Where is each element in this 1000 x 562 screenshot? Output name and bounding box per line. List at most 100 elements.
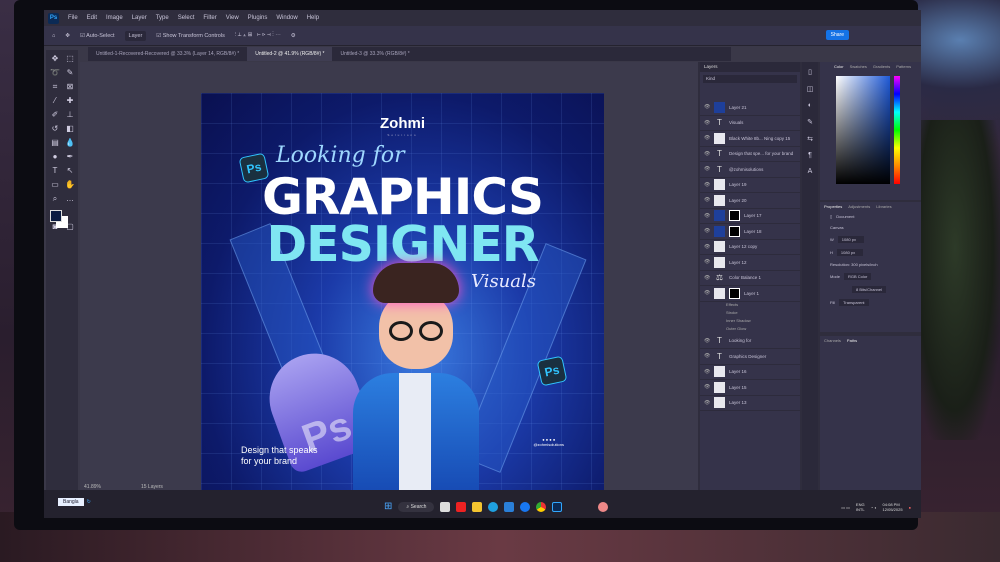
layer-row[interactable]: 👁 ⚖ Color Balance 1 (700, 271, 800, 286)
hue-slider[interactable] (894, 76, 900, 184)
photoshop-taskbar-icon[interactable] (552, 501, 563, 512)
width-input[interactable]: 1080 px (837, 236, 864, 243)
move-tool-icon[interactable]: ✥ (48, 54, 62, 67)
refresh-icon[interactable]: ↻ (87, 499, 91, 505)
lasso-tool-icon[interactable]: ➰ (48, 68, 62, 81)
visibility-eye-icon[interactable]: 👁 (704, 369, 710, 375)
fill-select[interactable]: Transparent (839, 299, 869, 306)
gradient-icon[interactable]: ▤ (48, 138, 62, 151)
align-icons[interactable]: ⫶ ⊥ ⫠ ⊞ ⊢ ⊳ ⊣ ⋮ ⋯ (235, 32, 281, 39)
layer-mask-thumbnail[interactable] (729, 225, 740, 237)
edge-icon[interactable] (488, 501, 499, 512)
zoom-tool-icon[interactable]: ⌕ (48, 194, 62, 207)
visibility-eye-icon[interactable]: 👁 (704, 290, 710, 296)
tab-untitled-2[interactable]: Untitled-2 @ 41.9% (RGB/8#) * (247, 47, 333, 61)
tab-channels[interactable]: Channels (824, 338, 841, 343)
menu-image[interactable]: Image (106, 15, 123, 21)
pen-icon[interactable]: ✒ (63, 152, 77, 165)
adjust-icon[interactable]: ◐ (808, 102, 812, 109)
type-tool-icon[interactable]: T (48, 166, 62, 179)
menu-plugins[interactable]: Plugins (248, 15, 268, 21)
menu-window[interactable]: Window (276, 15, 297, 21)
layer-row[interactable]: 👁 Layer 13 (700, 396, 800, 411)
layer-mask-thumbnail[interactable] (729, 210, 740, 222)
layer-row[interactable]: 👁 T @zohmisolutions (700, 162, 800, 178)
eraser-icon[interactable]: ◧ (63, 124, 77, 137)
character-icon[interactable]: A (808, 168, 813, 175)
info-icon[interactable]: ◫ (807, 85, 814, 93)
visibility-eye-icon[interactable]: 👁 (704, 400, 710, 406)
hand-tool-icon[interactable]: ✋ (63, 180, 77, 193)
layer-row[interactable]: 👁 T Looking for (700, 334, 800, 349)
color-swatches[interactable] (48, 208, 72, 228)
layer-mask-thumbnail[interactable] (729, 287, 740, 299)
layer-row[interactable]: 👁 Layer 17 (700, 209, 800, 224)
home-icon[interactable]: ⌂ (52, 33, 55, 39)
layer-row[interactable]: 👁 Black White 8b... Ning copy 15 (700, 131, 800, 147)
notification-app-icon[interactable] (598, 501, 609, 512)
file-app-icon[interactable] (440, 501, 451, 512)
windows-start-icon[interactable]: ⊞ (384, 501, 392, 512)
visibility-eye-icon[interactable]: 👁 (704, 166, 710, 172)
visibility-eye-icon[interactable]: 👁 (704, 384, 710, 390)
layer-row[interactable]: 👁 Layer 1 (700, 286, 800, 302)
tab-color[interactable]: Color (834, 64, 844, 69)
path-select-icon[interactable]: ↖ (63, 166, 77, 179)
notification-dot-icon[interactable]: ● (909, 505, 911, 510)
menu-edit[interactable]: Edit (87, 15, 97, 21)
layer-row[interactable]: 👁 Layer 12 (700, 255, 800, 271)
paragraph-icon[interactable]: ¶ (808, 152, 812, 159)
blur-icon[interactable]: 💧 (63, 138, 77, 151)
layer-row[interactable]: 👁 Layer 21 (700, 100, 800, 116)
auto-select-checkbox[interactable]: ☑ Auto-Select (80, 33, 115, 39)
visibility-eye-icon[interactable]: 👁 (704, 120, 710, 126)
visibility-eye-icon[interactable]: 👁 (704, 244, 710, 250)
frame-tool-icon[interactable]: ⊠ (63, 82, 77, 95)
menu-view[interactable]: View (226, 15, 239, 21)
move-tool-icon[interactable]: ✥ (65, 33, 70, 39)
menu-filter[interactable]: Filter (203, 15, 216, 21)
shape-tool-icon[interactable]: ▭ (48, 180, 62, 193)
menu-type[interactable]: Type (156, 15, 169, 21)
chrome-icon[interactable] (536, 501, 547, 512)
settings-icon[interactable]: ⚙ (291, 33, 296, 39)
history-icon[interactable]: ▯ (808, 68, 812, 76)
visibility-eye-icon[interactable]: 👁 (704, 228, 710, 234)
visibility-eye-icon[interactable]: 👁 (704, 213, 710, 219)
history-brush-icon[interactable]: ↺ (48, 124, 62, 137)
layer-row[interactable]: 👁 Layer 12 copy (700, 240, 800, 255)
menu-help[interactable]: Help (307, 15, 319, 21)
layer-row[interactable]: 👁 Layer 15 (700, 380, 800, 396)
tab-untitled-3[interactable]: Untitled-3 @ 33.3% (RGB/8#) * (332, 47, 417, 61)
tab-paths[interactable]: Paths (847, 338, 857, 343)
visibility-eye-icon[interactable]: 👁 (704, 197, 710, 203)
wifi-volume-icons[interactable]: ◔ ◖ (871, 505, 877, 510)
layer-row[interactable]: 👁 Layer 16 (700, 365, 800, 380)
brush-settings-icon[interactable]: ✎ (807, 118, 813, 126)
height-input[interactable]: 1080 px (836, 249, 863, 256)
clock[interactable]: 04:08 PM 12/05/2025 (883, 502, 903, 512)
visibility-eye-icon[interactable]: 👁 (704, 135, 710, 141)
tray-icons[interactable]: ▭ ▭ (841, 505, 850, 510)
tab-untitled-1[interactable]: Untitled-1-Recovered-Recovered @ 33.3% (… (88, 47, 247, 61)
canvas-area[interactable]: Zohmi Solutions Ps Looking for GRAPHICS … (80, 62, 698, 493)
visibility-eye-icon[interactable]: 👁 (704, 259, 710, 265)
tab-gradients[interactable]: Gradients (873, 64, 890, 69)
marquee-tool-icon[interactable]: ⬚ (63, 54, 77, 67)
layer-effect-item[interactable]: Effects (700, 302, 800, 310)
layer-effect-item[interactable]: Outer Glow (700, 326, 800, 334)
taskbar-search[interactable]: ⌕ Search (398, 501, 435, 512)
visibility-eye-icon[interactable]: 👁 (704, 353, 710, 359)
language-widget[interactable]: Bangla ↻ (58, 498, 91, 506)
tab-swatches[interactable]: Swatches (850, 64, 867, 69)
facebook-icon[interactable] (520, 501, 531, 512)
layer-row[interactable]: 👁 Layer 19 (700, 178, 800, 193)
poster-artwork[interactable]: Zohmi Solutions Ps Looking for GRAPHICS … (201, 93, 604, 493)
mail-icon[interactable] (504, 501, 515, 512)
canvas-section[interactable]: Canvas (830, 225, 844, 230)
layer-select-dropdown[interactable]: Layer (124, 30, 147, 41)
crop-tool-icon[interactable]: ⌗ (48, 82, 62, 95)
layer-row[interactable]: 👁 Layer 18 (700, 224, 800, 240)
visibility-eye-icon[interactable]: 👁 (704, 182, 710, 188)
menu-select[interactable]: Select (178, 15, 195, 21)
